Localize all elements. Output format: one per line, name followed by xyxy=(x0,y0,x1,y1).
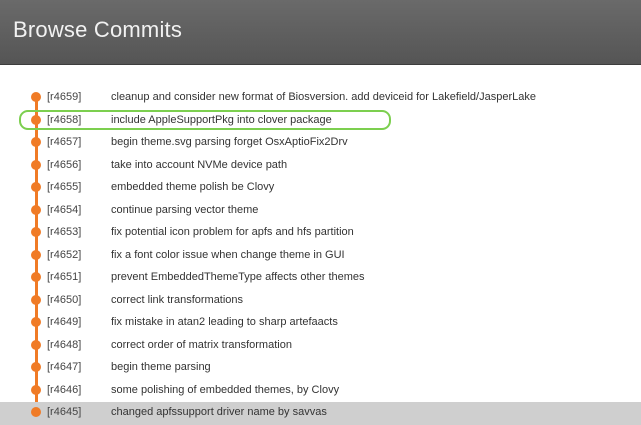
commit-revision[interactable]: [r4654] xyxy=(47,204,81,216)
commit-message[interactable]: fix potential icon problem for apfs and … xyxy=(111,226,354,238)
commit-row-highlighted[interactable]: [r4645] changed apfssupport driver name … xyxy=(0,402,641,425)
commit-dot-icon xyxy=(31,137,41,147)
commit-dot-icon xyxy=(31,384,41,395)
commit-revision[interactable]: [r4647] xyxy=(47,361,81,373)
commit-revision[interactable]: [r4655] xyxy=(47,181,81,193)
commit-dot-icon xyxy=(31,159,41,170)
commit-message[interactable]: cleanup and consider new format of Biosv… xyxy=(111,91,536,103)
commit-dot-icon xyxy=(31,362,41,372)
commit-message[interactable]: take into account NVMe device path xyxy=(111,159,287,171)
commit-dot-icon xyxy=(31,182,41,192)
commit-revision[interactable]: [r4653] xyxy=(47,226,81,238)
commit-revision[interactable]: [r4657] xyxy=(47,136,81,148)
commit-row[interactable]: [r4648] correct order of matrix transfor… xyxy=(0,335,641,358)
commit-revision[interactable]: [r4659] xyxy=(47,91,81,103)
commit-dot-icon xyxy=(31,272,41,282)
commit-row[interactable]: [r4651] prevent EmbeddedThemeType affect… xyxy=(0,267,641,290)
commit-message[interactable]: fix mistake in atan2 leading to sharp ar… xyxy=(111,316,338,328)
commit-dot-icon xyxy=(31,204,41,215)
commit-revision[interactable]: [r4645] xyxy=(47,406,81,418)
commit-revision[interactable]: [r4658] xyxy=(47,114,81,126)
commit-row[interactable]: [r4649] fix mistake in atan2 leading to … xyxy=(0,312,641,335)
commit-row[interactable]: [r4655] embedded theme polish be Clovy xyxy=(0,177,641,200)
commit-row[interactable]: [r4650] correct link transformations xyxy=(0,290,641,313)
commit-row[interactable]: [r4656] take into account NVMe device pa… xyxy=(0,155,641,178)
commit-message[interactable]: prevent EmbeddedThemeType affects other … xyxy=(111,271,365,283)
commit-revision[interactable]: [r4649] xyxy=(47,316,81,328)
commit-revision[interactable]: [r4646] xyxy=(47,384,81,396)
commit-message[interactable]: begin theme.svg parsing forget OsxAptioF… xyxy=(111,136,348,148)
commit-dot-icon xyxy=(31,294,41,305)
commit-revision[interactable]: [r4652] xyxy=(47,249,81,261)
commit-row-selected[interactable]: [r4658] include AppleSupportPkg into clo… xyxy=(0,110,641,133)
commit-dot-icon xyxy=(31,317,41,327)
commit-dot-icon xyxy=(31,407,41,417)
commit-message[interactable]: begin theme parsing xyxy=(111,361,211,373)
commit-row[interactable]: [r4659] cleanup and consider new format … xyxy=(0,87,641,110)
commit-message[interactable]: continue parsing vector theme xyxy=(111,204,258,216)
commit-message[interactable]: fix a font color issue when change theme… xyxy=(111,249,345,261)
commit-dot-icon xyxy=(31,92,41,102)
commit-message[interactable]: correct link transformations xyxy=(111,294,243,306)
commit-message[interactable]: correct order of matrix transformation xyxy=(111,339,292,351)
commit-dot-icon xyxy=(31,227,41,237)
commit-row[interactable]: [r4652] fix a font color issue when chan… xyxy=(0,245,641,268)
commit-dot-icon xyxy=(31,249,41,260)
commit-message[interactable]: include AppleSupportPkg into clover pack… xyxy=(111,114,332,126)
commit-dot-icon xyxy=(31,339,41,350)
commit-revision[interactable]: [r4651] xyxy=(47,271,81,283)
commit-revision[interactable]: [r4650] xyxy=(47,294,81,306)
commit-row[interactable]: [r4647] begin theme parsing xyxy=(0,357,641,380)
commit-dot-icon xyxy=(31,114,41,125)
commit-row[interactable]: [r4653] fix potential icon problem for a… xyxy=(0,222,641,245)
page-title: Browse Commits xyxy=(13,17,183,42)
commit-row[interactable]: [r4657] begin theme.svg parsing forget O… xyxy=(0,132,641,155)
commit-revision[interactable]: [r4648] xyxy=(47,339,81,351)
commit-message[interactable]: embedded theme polish be Clovy xyxy=(111,181,274,193)
commit-row[interactable]: [r4646] some polishing of embedded theme… xyxy=(0,380,641,403)
header-bar: Browse Commits xyxy=(0,0,641,65)
commit-message[interactable]: changed apfssupport driver name by savva… xyxy=(111,406,327,418)
commit-message[interactable]: some polishing of embedded themes, by Cl… xyxy=(111,384,339,396)
commit-list: [r4659] cleanup and consider new format … xyxy=(0,87,641,425)
commit-row[interactable]: [r4654] continue parsing vector theme xyxy=(0,200,641,223)
commit-revision[interactable]: [r4656] xyxy=(47,159,81,171)
